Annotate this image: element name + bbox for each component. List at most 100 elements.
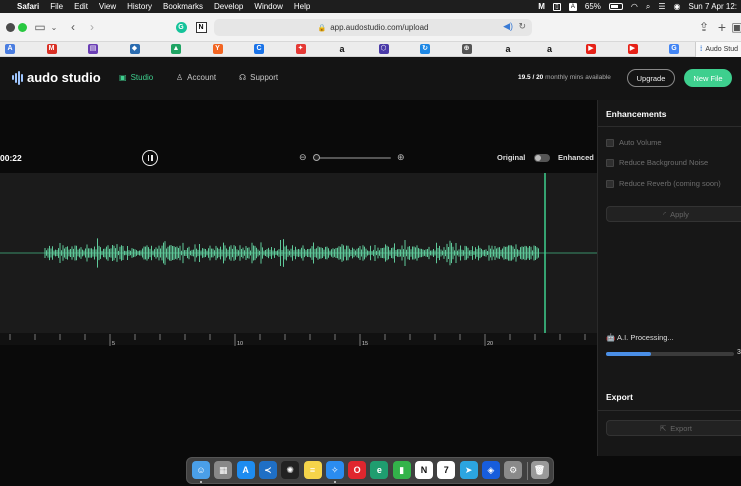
menu-bookmarks[interactable]: Bookmarks bbox=[163, 2, 203, 11]
opera-icon[interactable]: O bbox=[348, 461, 367, 479]
forward-arrow-icon[interactable]: › bbox=[87, 19, 97, 35]
upgrade-button[interactable]: Upgrade bbox=[627, 69, 675, 87]
zoom-in-icon[interactable]: ⊕ bbox=[397, 152, 405, 163]
option-label: Reduce Background Noise bbox=[619, 158, 709, 167]
amazon-icon[interactable]: a bbox=[337, 44, 347, 54]
system-settings-icon[interactable]: ⚙ bbox=[504, 461, 523, 479]
spotlight-search-icon[interactable]: ⌕ bbox=[646, 2, 650, 12]
export-button[interactable]: ⇱ Export bbox=[606, 420, 741, 436]
bitwarden-icon[interactable]: ◈ bbox=[481, 461, 500, 479]
sidebar-icon[interactable]: ▭ bbox=[33, 19, 47, 35]
back-arrow-icon[interactable]: ‹ bbox=[68, 19, 78, 35]
pin-icon[interactable]: ✦ bbox=[295, 44, 306, 54]
zoom-out-icon[interactable]: ⊖ bbox=[299, 152, 307, 163]
app-store-icon[interactable]: A bbox=[236, 461, 255, 479]
speaker-icon[interactable]: ◀) bbox=[503, 21, 513, 32]
edge-icon[interactable]: e bbox=[370, 461, 389, 479]
nav-account[interactable]: ♙ Account bbox=[176, 73, 216, 82]
clock[interactable]: Sun 7 Apr 12: bbox=[689, 2, 737, 11]
menu-develop[interactable]: Develop bbox=[214, 2, 243, 11]
zoom-slider-handle[interactable] bbox=[313, 154, 320, 161]
menu-edit[interactable]: Edit bbox=[74, 2, 88, 11]
original-enhanced-toggle[interactable] bbox=[534, 154, 550, 162]
option-reduce-reverb[interactable]: Reduce Reverb (coming soon) bbox=[606, 179, 721, 188]
notion-extension-icon[interactable]: N bbox=[195, 21, 207, 33]
control-center-icon[interactable]: ☰ bbox=[658, 2, 665, 11]
tab-overview-icon[interactable]: ▣ bbox=[731, 19, 741, 35]
divider bbox=[598, 126, 741, 127]
waveform-area[interactable] bbox=[0, 173, 597, 333]
share-icon[interactable]: ⇪ bbox=[698, 19, 710, 35]
address-bar[interactable]: 🔒 app.audostudio.com/upload ◀) ↻ bbox=[214, 19, 532, 36]
ycombinator-icon[interactable]: Y bbox=[212, 44, 223, 54]
nav-studio[interactable]: ▣ Studio bbox=[119, 73, 153, 82]
timeline-ruler[interactable]: 5 10 15 20 bbox=[0, 333, 597, 347]
google-icon[interactable]: G bbox=[669, 44, 679, 54]
new-tab-plus-icon[interactable]: + bbox=[716, 19, 728, 35]
circle-c-icon[interactable]: C bbox=[254, 44, 264, 54]
cube-icon[interactable]: ◆ bbox=[129, 44, 140, 54]
gmail-icon[interactable]: M bbox=[46, 44, 57, 54]
audo-logo[interactable]: audo studio bbox=[12, 70, 101, 85]
youtube-icon[interactable]: ▶ bbox=[627, 44, 638, 54]
apply-label: Apply bbox=[670, 209, 689, 219]
telegram-icon[interactable]: ➤ bbox=[459, 461, 478, 479]
hexagon-icon[interactable]: ⬡ bbox=[378, 44, 389, 54]
chevron-down-icon[interactable]: ⌄ bbox=[50, 19, 58, 35]
finder-icon[interactable]: ☺ bbox=[192, 461, 210, 479]
translate-icon[interactable]: A bbox=[5, 44, 15, 54]
new-file-button[interactable]: New File bbox=[684, 69, 732, 87]
notion-icon[interactable]: N bbox=[415, 461, 433, 479]
status-m-icon[interactable]: M bbox=[538, 2, 545, 11]
checkbox[interactable] bbox=[606, 179, 614, 188]
minutes-value: 19.5 / 20 bbox=[518, 74, 544, 81]
menu-history[interactable]: History bbox=[127, 2, 152, 11]
option-label: Reduce Reverb (coming soon) bbox=[619, 179, 721, 188]
safari-icon[interactable]: ✧ bbox=[325, 461, 344, 479]
menu-view[interactable]: View bbox=[99, 2, 116, 11]
robot-icon: 🤖 bbox=[606, 333, 616, 342]
amazon-icon[interactable]: a bbox=[503, 44, 513, 54]
user-icon[interactable]: ◉ bbox=[674, 2, 681, 11]
battery-icon[interactable] bbox=[608, 3, 623, 10]
youtube-icon[interactable]: ▶ bbox=[586, 44, 596, 54]
running-indicator bbox=[200, 481, 202, 483]
vscode-icon[interactable]: ≺ bbox=[258, 461, 277, 479]
status-document-icon[interactable]: ▯ bbox=[552, 2, 561, 11]
amazon-icon[interactable]: a bbox=[545, 44, 555, 54]
checkbox[interactable] bbox=[606, 138, 614, 147]
checkbox[interactable] bbox=[606, 158, 614, 167]
menu-file[interactable]: File bbox=[50, 2, 63, 11]
nav-support[interactable]: ☊ Support bbox=[239, 73, 278, 82]
calendar-icon[interactable]: 7 bbox=[437, 461, 456, 479]
refresh-icon[interactable]: ↻ bbox=[420, 44, 430, 54]
ruler-label: 10 bbox=[237, 341, 243, 346]
apply-button[interactable]: ◜ Apply bbox=[606, 206, 741, 222]
forms-icon[interactable]: ▤ bbox=[88, 44, 98, 54]
zoom-slider-track[interactable] bbox=[314, 157, 391, 159]
reload-icon[interactable]: ↻ bbox=[518, 21, 526, 32]
menu-window[interactable]: Window bbox=[254, 2, 282, 11]
wifi-icon[interactable]: ◠ bbox=[631, 2, 638, 11]
active-tab[interactable]: ⁞ Audo Stud bbox=[695, 42, 741, 57]
option-reduce-background-noise[interactable]: Reduce Background Noise bbox=[606, 158, 708, 167]
menu-app-safari[interactable]: Safari bbox=[17, 2, 39, 11]
option-auto-volume[interactable]: Auto Volume bbox=[606, 138, 662, 147]
chatgpt-icon[interactable]: ✺ bbox=[281, 461, 300, 479]
pause-button[interactable] bbox=[142, 150, 158, 166]
nav-support-label: Support bbox=[250, 73, 279, 82]
window-zoom-button[interactable] bbox=[18, 23, 27, 32]
menu-help[interactable]: Help bbox=[294, 2, 310, 11]
status-a-icon[interactable]: A bbox=[568, 2, 577, 11]
notes-icon[interactable]: ≡ bbox=[303, 461, 322, 479]
battery-percent[interactable]: 65% bbox=[585, 2, 601, 11]
numbers-icon[interactable]: ▮ bbox=[392, 461, 411, 479]
trash-icon[interactable]: 🗑 bbox=[530, 461, 549, 479]
window-close-button[interactable] bbox=[6, 23, 15, 32]
globe-icon[interactable]: ⊕ bbox=[461, 44, 472, 54]
drive-icon[interactable]: ▲ bbox=[171, 44, 181, 54]
launchpad-icon[interactable]: ▦ bbox=[214, 461, 233, 479]
grammarly-icon[interactable]: G bbox=[175, 21, 187, 33]
url-text[interactable]: app.audostudio.com/upload bbox=[330, 23, 428, 32]
audo-logo-icon bbox=[12, 70, 23, 85]
